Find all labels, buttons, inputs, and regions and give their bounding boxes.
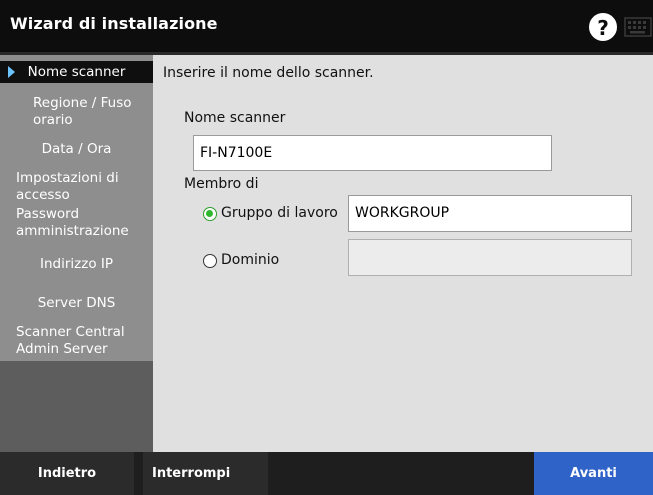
workgroup-label[interactable]: Gruppo di lavoro (221, 205, 338, 221)
sidebar-item-label: Scanner Central Admin Server (16, 324, 125, 357)
domain-label[interactable]: Dominio (221, 252, 279, 268)
instruction-text: Inserire il nome dello scanner. (163, 65, 374, 81)
sidebar-item-impostazioni-accesso[interactable]: Impostazioni di accesso (0, 170, 153, 204)
sidebar-item-regione-fuso-orario[interactable]: Regione / Fuso orario (0, 95, 135, 129)
sidebar-item-scanner-central-admin-server[interactable]: Scanner Central Admin Server (0, 324, 153, 358)
keyboard-icon[interactable] (624, 15, 652, 39)
sidebar-item-label: Data / Ora (41, 141, 112, 157)
title-bar: Wizard di installazione ? (0, 0, 653, 55)
wizard-steps-list: Nome scanner Regione / Fuso orario Data … (0, 55, 153, 361)
member-of-label: Membro di (184, 176, 259, 192)
sidebar-item-label: Server DNS (37, 295, 116, 311)
sidebar-item-label: Impostazioni di accesso (16, 170, 119, 203)
wizard-steps-sidebar: Nome scanner Regione / Fuso orario Data … (0, 55, 153, 452)
sidebar-item-nome-scanner[interactable]: Nome scanner (0, 61, 153, 83)
scanner-name-label: Nome scanner (184, 110, 286, 126)
domain-input[interactable] (348, 239, 632, 276)
help-icon[interactable]: ? (589, 13, 617, 41)
workgroup-radio[interactable] (203, 207, 217, 221)
current-step-arrow-icon (8, 66, 15, 78)
main-panel: Inserire il nome dello scanner. Nome sca… (153, 55, 653, 452)
stop-button[interactable]: Interrompi (143, 452, 268, 495)
window-title: Wizard di installazione (10, 14, 218, 33)
sidebar-item-indirizzo-ip[interactable]: Indirizzo IP (0, 256, 153, 273)
back-button[interactable]: Indietro (0, 452, 134, 495)
sidebar-item-server-dns[interactable]: Server DNS (0, 295, 153, 312)
help-glyph: ? (597, 16, 609, 40)
sidebar-item-label: Password amministrazione (16, 206, 129, 239)
sidebar-item-label: Nome scanner (27, 64, 126, 80)
sidebar-item-password-amministrazione[interactable]: Password amministrazione (0, 206, 153, 240)
scanner-name-input[interactable]: FI-N7100E (193, 135, 552, 171)
workgroup-input[interactable]: WORKGROUP (348, 195, 632, 232)
setup-wizard-window: Wizard di installazione ? Nome scanner R… (0, 0, 653, 495)
sidebar-item-label: Indirizzo IP (39, 256, 113, 272)
domain-radio[interactable] (203, 254, 217, 268)
sidebar-item-label: Regione / Fuso orario (33, 95, 132, 128)
sidebar-item-data-ora[interactable]: Data / Ora (0, 141, 153, 158)
next-button[interactable]: Avanti (534, 452, 653, 495)
keyboard-icon-graphic (624, 17, 652, 37)
